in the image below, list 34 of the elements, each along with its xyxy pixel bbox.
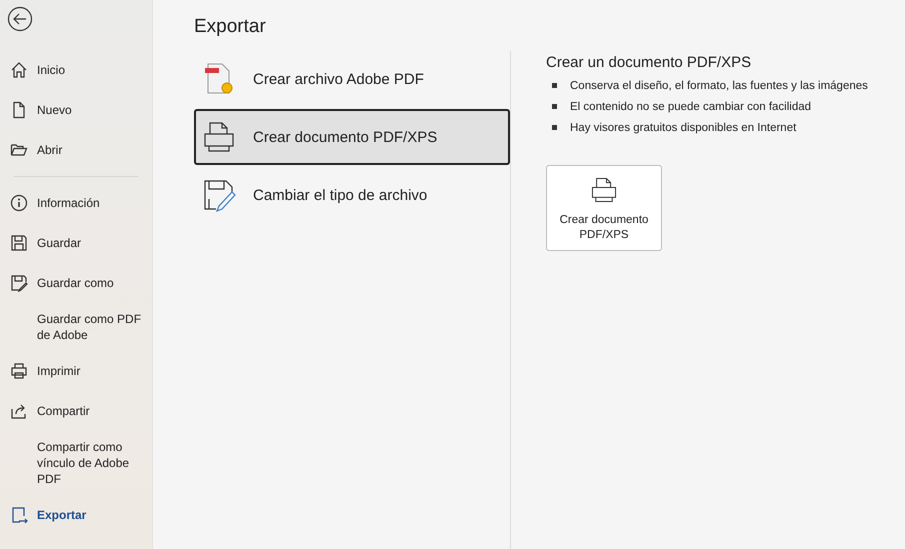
bullet-text: Hay visores gratuitos disponibles en Internet [570,122,796,134]
menu-item[interactable]: Compartir [0,391,152,431]
create-pdf-button[interactable]: Crear documento PDF/XPS [546,165,662,251]
home-icon [10,61,28,79]
back-button[interactable] [7,6,33,32]
menu-item[interactable]: Exportar [0,495,152,535]
export-option[interactable]: Crear archivo Adobe PDF [194,51,510,107]
bullet-text: El contenido no se puede cambiar con facilidad [570,100,812,112]
bullet-icon [552,104,557,109]
export-icon [10,506,28,524]
menu-item[interactable]: Nuevo [0,90,152,130]
page-title: Exportar [194,16,267,38]
menu-item[interactable]: Información [0,183,152,223]
save-as-icon [10,274,28,292]
section-heading: Crear un documento PDF/XPS [546,54,752,71]
bullet-icon [552,125,557,130]
printer-icon [590,176,618,204]
export-option[interactable]: Crear documento PDF/XPS [194,109,510,165]
share-icon [10,402,28,420]
file-edit-icon [202,178,236,212]
bullet-text: Conserva el diseño, el formato, las fuentes y las imágenes [570,80,868,92]
export-option[interactable]: Cambiar el tipo de archivo [194,167,510,223]
menu-item[interactable]: Abrir [0,130,152,170]
menu-item[interactable]: Inicio [0,50,152,90]
bullet-icon [552,83,557,88]
save-icon [10,234,28,252]
menu-item[interactable]: Compartir como vínculo de Adobe PDF [0,431,152,495]
printer-icon [202,120,236,154]
menu-item[interactable]: Imprimir [0,351,152,391]
printer-icon [10,362,28,380]
menu-item[interactable]: Guardar como PDF de Adobe [0,303,152,351]
info-icon [10,194,28,212]
menu-item[interactable]: Guardar como [0,263,152,303]
menu-item[interactable]: Guardar [0,223,152,263]
